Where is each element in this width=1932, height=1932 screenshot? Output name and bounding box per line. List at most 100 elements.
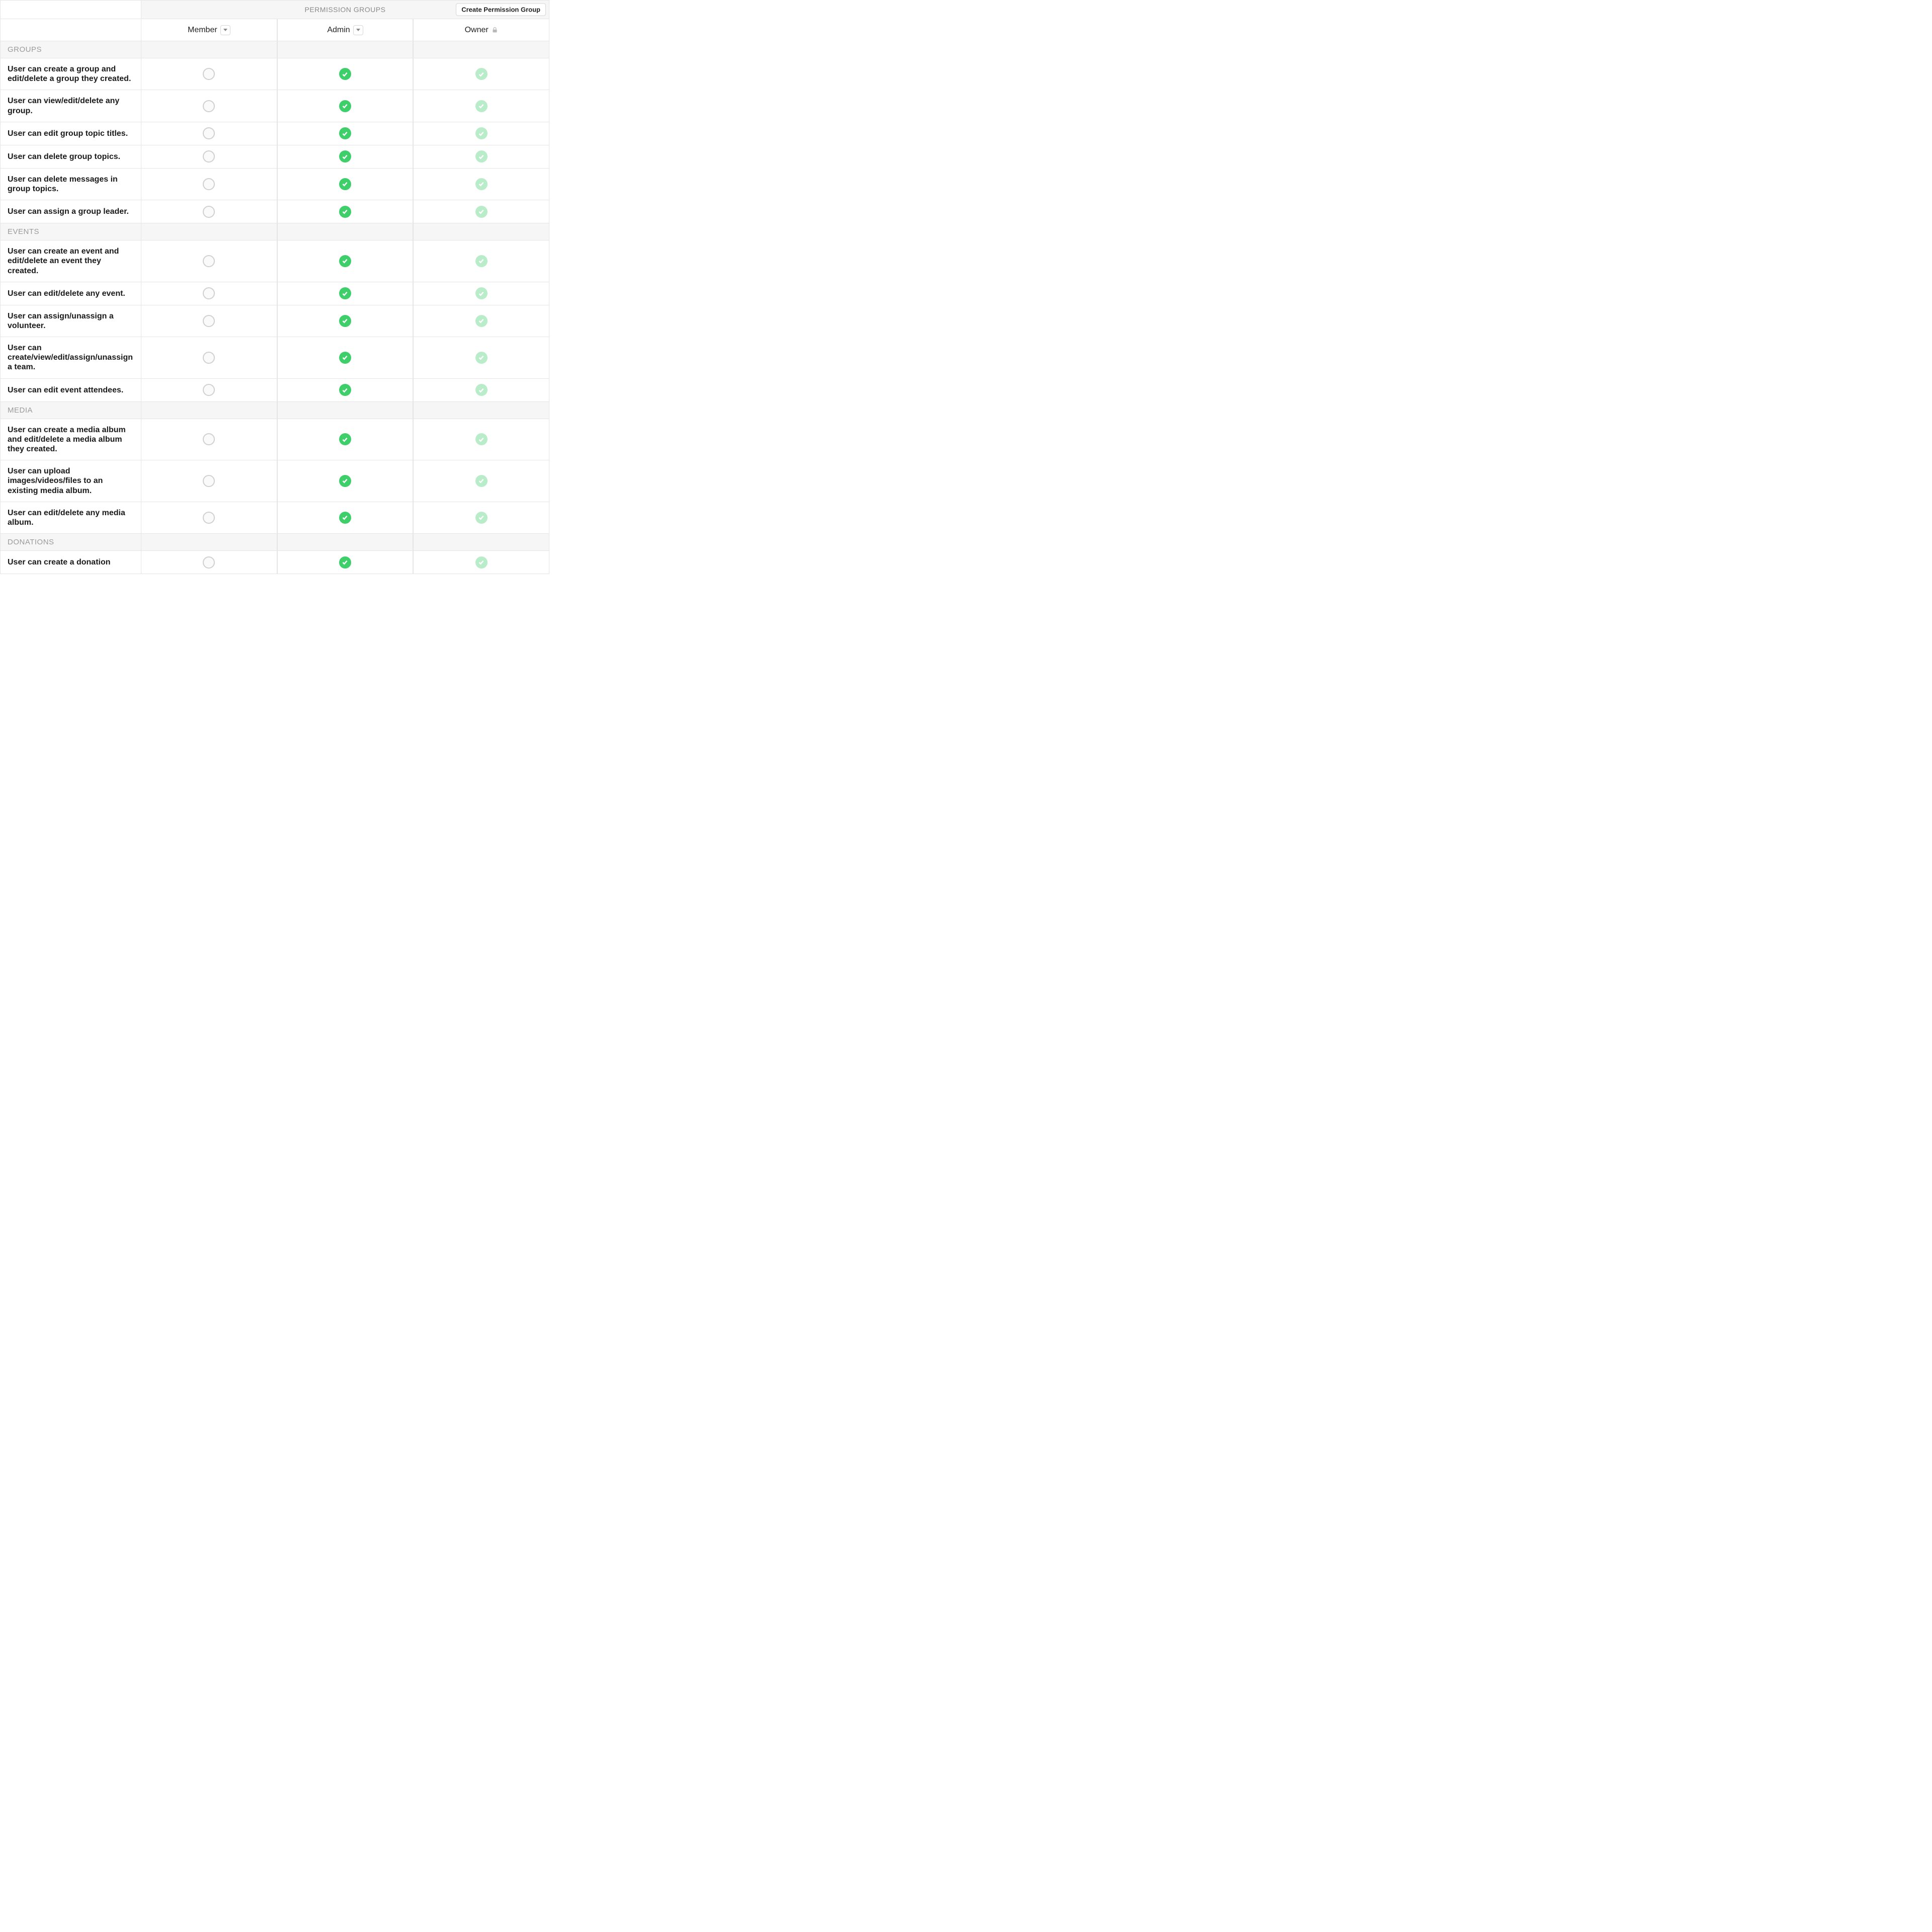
- permission-toggle-checked[interactable]: [339, 475, 351, 487]
- permission-label: User can assign/unassign a volunteer.: [0, 305, 141, 337]
- section-header-cell: [141, 41, 277, 58]
- permission-toggle-empty[interactable]: [203, 384, 215, 396]
- permission-cell: [413, 200, 549, 223]
- permission-cell: [141, 551, 277, 574]
- permission-label: User can delete group topics.: [0, 145, 141, 169]
- permission-toggle-checked[interactable]: [339, 352, 351, 364]
- permission-toggle-empty[interactable]: [203, 100, 215, 112]
- permission-cell: [413, 419, 549, 461]
- permission-label: User can create a group and edit/delete …: [0, 58, 141, 90]
- permission-toggle-checked[interactable]: [339, 127, 351, 139]
- column-header-admin: Admin: [277, 19, 414, 41]
- permission-cell: [141, 58, 277, 90]
- permission-cell: [141, 379, 277, 402]
- permission-toggle-locked: [475, 475, 488, 487]
- permission-cell: [141, 502, 277, 534]
- permission-cell: [413, 551, 549, 574]
- permission-toggle-locked: [475, 352, 488, 364]
- permission-label: User can edit/delete any event.: [0, 282, 141, 305]
- permission-toggle-empty[interactable]: [203, 475, 215, 487]
- permission-toggle-locked: [475, 315, 488, 327]
- permission-cell: [141, 282, 277, 305]
- column-dropdown-button[interactable]: [353, 25, 363, 35]
- permission-cell: [413, 240, 549, 282]
- permission-toggle-empty[interactable]: [203, 178, 215, 190]
- permission-toggle-checked[interactable]: [339, 384, 351, 396]
- permission-toggle-checked[interactable]: [339, 68, 351, 80]
- permission-cell: [141, 90, 277, 122]
- column-header-label: Member: [188, 26, 217, 35]
- permission-toggle-checked[interactable]: [339, 150, 351, 163]
- permission-cell: [277, 58, 414, 90]
- section-header-cell: [413, 402, 549, 419]
- permission-toggle-empty[interactable]: [203, 287, 215, 299]
- permission-toggle-empty[interactable]: [203, 206, 215, 218]
- permission-cell: [141, 169, 277, 200]
- permission-toggle-checked[interactable]: [339, 433, 351, 445]
- permission-cell: [277, 379, 414, 402]
- permission-cell: [413, 90, 549, 122]
- permission-toggle-locked: [475, 287, 488, 299]
- permission-toggle-checked[interactable]: [339, 255, 351, 267]
- permission-toggle-checked[interactable]: [339, 556, 351, 569]
- permission-cell: [141, 122, 277, 145]
- permission-label: User can edit event attendees.: [0, 379, 141, 402]
- permission-toggle-empty[interactable]: [203, 512, 215, 524]
- permission-cell: [413, 337, 549, 379]
- permission-cell: [141, 200, 277, 223]
- permission-toggle-empty[interactable]: [203, 150, 215, 163]
- permission-cell: [277, 240, 414, 282]
- permission-toggle-empty[interactable]: [203, 352, 215, 364]
- permission-cell: [413, 379, 549, 402]
- permission-cell: [277, 419, 414, 461]
- chevron-down-icon: [223, 29, 227, 31]
- permission-toggle-locked: [475, 100, 488, 112]
- permission-cell: [277, 305, 414, 337]
- permission-toggle-locked: [475, 178, 488, 190]
- lock-icon: [492, 27, 498, 33]
- permission-groups-title: PERMISSION GROUPS: [305, 6, 386, 14]
- permission-toggle-empty[interactable]: [203, 68, 215, 80]
- permission-toggle-checked[interactable]: [339, 512, 351, 524]
- section-header: DONATIONS: [0, 534, 141, 551]
- permission-toggle-empty[interactable]: [203, 433, 215, 445]
- permission-toggle-empty[interactable]: [203, 315, 215, 327]
- permission-cell: [277, 337, 414, 379]
- permission-cell: [277, 145, 414, 169]
- permission-toggle-checked[interactable]: [339, 100, 351, 112]
- permission-toggle-checked[interactable]: [339, 315, 351, 327]
- permission-cell: [141, 240, 277, 282]
- permission-toggle-empty[interactable]: [203, 255, 215, 267]
- permission-cell: [413, 145, 549, 169]
- permission-cell: [141, 460, 277, 502]
- permission-toggle-checked[interactable]: [339, 178, 351, 190]
- permission-toggle-locked: [475, 512, 488, 524]
- permission-label: User can edit group topic titles.: [0, 122, 141, 145]
- section-header-cell: [141, 534, 277, 551]
- permission-toggle-checked[interactable]: [339, 287, 351, 299]
- permission-cell: [413, 58, 549, 90]
- section-header-cell: [277, 41, 414, 58]
- blank-header-left: [0, 19, 141, 41]
- create-permission-group-button[interactable]: Create Permission Group: [456, 4, 546, 16]
- permission-cell: [277, 551, 414, 574]
- section-header: MEDIA: [0, 402, 141, 419]
- permission-cell: [413, 502, 549, 534]
- column-dropdown-button[interactable]: [220, 25, 230, 35]
- permission-cell: [413, 305, 549, 337]
- permission-cell: [277, 460, 414, 502]
- permission-label: User can create an event and edit/delete…: [0, 240, 141, 282]
- permission-label: User can upload images/videos/files to a…: [0, 460, 141, 502]
- permission-toggle-empty[interactable]: [203, 556, 215, 569]
- section-header-cell: [141, 223, 277, 240]
- permission-cell: [277, 90, 414, 122]
- permission-cell: [277, 282, 414, 305]
- permission-cell: [141, 337, 277, 379]
- column-header-member: Member: [141, 19, 277, 41]
- section-header-cell: [141, 402, 277, 419]
- section-header: EVENTS: [0, 223, 141, 240]
- permission-toggle-locked: [475, 556, 488, 569]
- permission-toggle-checked[interactable]: [339, 206, 351, 218]
- permission-toggle-locked: [475, 206, 488, 218]
- permission-toggle-empty[interactable]: [203, 127, 215, 139]
